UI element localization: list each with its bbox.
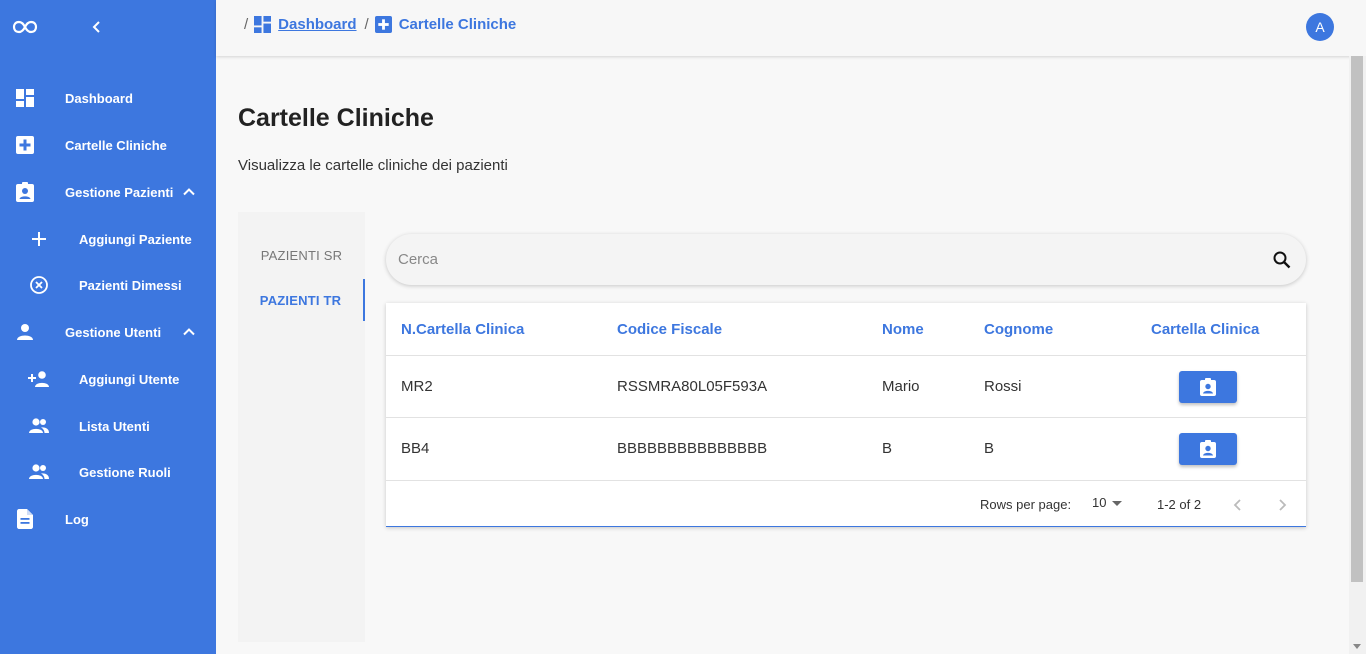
sidebar-item-label: Gestione Pazienti [65,184,174,200]
scroll-down-icon[interactable] [1353,644,1361,649]
caret-down-icon [1112,501,1122,506]
sidebar-item-label: Aggiungi Utente [79,371,180,387]
sidebar-item-label: Gestione Ruoli [79,464,171,480]
sidebar-header [0,0,216,56]
cancel-circle-icon [28,274,50,296]
breadcrumb-item-dashboard[interactable]: Dashboard [254,16,357,33]
breadcrumb-label: Cartelle Cliniche [398,16,517,33]
sidebar-item-pazienti-dimessi[interactable]: Pazienti Dimessi [0,265,216,305]
breadcrumb-label: Dashboard [278,16,357,33]
cell-nome: Mario [882,378,920,395]
tab-pazienti-sr[interactable]: PAZIENTI SR [238,235,365,275]
sidebar-item-dashboard[interactable]: Dashboard [0,78,216,118]
chevron-right-icon[interactable] [1272,495,1292,515]
sidebar-item-label: Aggiungi Paziente [79,231,192,247]
sidebar-item-label: Log [65,511,89,527]
page-title: Cartelle Cliniche [238,104,434,132]
topbar: / Dashboard / Cartelle Cliniche A [216,0,1366,56]
clipboard-account-icon [1200,378,1216,396]
infinity-logo-icon[interactable] [12,18,38,36]
avatar[interactable]: A [1306,13,1334,41]
cell-codice-fiscale: BBBBBBBBBBBBBBB [617,440,768,457]
plus-icon [28,228,50,250]
sidebar-item-cartelle-cliniche[interactable]: Cartelle Cliniche [0,125,216,165]
breadcrumb-item-cartelle-cliniche: Cartelle Cliniche [374,16,517,33]
breadcrumb-separator: / [244,16,249,33]
cell-nome: B [882,440,893,457]
sidebar-item-label: Dashboard [65,90,133,106]
table-footer: Rows per page: 10 1-2 of 2 [386,480,1306,527]
account-icon [14,321,36,343]
column-header[interactable]: Nome [882,321,924,338]
sidebar-item-label: Gestione Utenti [65,324,162,340]
pagination-range: 1-2 of 2 [1157,497,1202,512]
page-scrollbar[interactable] [1349,56,1366,654]
sidebar-item-gestione-ruoli[interactable]: Gestione Ruoli [0,452,216,492]
chevron-left-icon[interactable] [1228,495,1248,515]
table-row: MR2 RSSMRA80L05F593A Mario Rossi [386,355,1306,417]
cell-codice-fiscale: RSSMRA80L05F593A [617,378,768,395]
sidebar: Dashboard Cartelle Cliniche Gestione Paz… [0,0,216,654]
tab-pazienti-tr[interactable]: PAZIENTI TR [238,279,365,321]
chevron-up-icon[interactable] [182,325,196,339]
chevron-left-icon[interactable] [88,17,106,37]
clipboard-account-icon [1200,440,1216,458]
rows-per-page-value: 10 [1092,495,1107,510]
cell-n-cartella: MR2 [401,378,433,395]
sidebar-item-aggiungi-paziente[interactable]: Aggiungi Paziente [0,219,216,259]
tabs-panel: PAZIENTI SR PAZIENTI TR [238,212,365,642]
breadcrumb: / Dashboard / Cartelle Cliniche [244,16,524,33]
account-group-icon [28,461,50,483]
page-subtitle: Visualizza le cartelle cliniche dei pazi… [238,157,508,174]
open-cartella-button[interactable] [1179,371,1237,403]
account-plus-icon [28,368,50,390]
account-group-icon [28,415,50,437]
search-bar [386,234,1306,285]
dashboard-icon [254,16,272,33]
sidebar-item-label: Pazienti Dimessi [79,277,182,293]
search-input[interactable] [398,242,1248,276]
column-header[interactable]: Cartella Clinica [1151,321,1259,338]
clipboard-account-icon [14,181,36,203]
cell-n-cartella: BB4 [401,440,430,457]
medical-plus-icon [374,16,392,33]
cell-cognome: B [984,440,995,457]
sidebar-item-lista-utenti[interactable]: Lista Utenti [0,406,216,446]
table-row: BB4 BBBBBBBBBBBBBBB B B [386,417,1306,479]
file-document-icon [14,508,36,530]
column-header[interactable]: Codice Fiscale [617,321,722,338]
cell-cognome: Rossi [984,378,1022,395]
sidebar-item-label: Cartelle Cliniche [65,137,167,153]
column-header[interactable]: N.Cartella Clinica [401,321,524,338]
open-cartella-button[interactable] [1179,433,1237,465]
rows-per-page-label: Rows per page: [980,497,1072,512]
rows-per-page-select[interactable]: 10 [1092,495,1126,513]
chevron-up-icon[interactable] [182,185,196,199]
patients-table: N.Cartella Clinica Codice Fiscale Nome C… [386,303,1306,527]
sidebar-item-gestione-utenti[interactable]: Gestione Utenti [0,312,216,352]
medical-plus-icon [14,134,36,156]
search-icon[interactable] [1272,250,1292,270]
sidebar-item-aggiungi-utente[interactable]: Aggiungi Utente [0,359,216,399]
scroll-thumb[interactable] [1351,56,1363,582]
sidebar-item-label: Lista Utenti [79,418,150,434]
breadcrumb-separator: / [364,16,369,33]
column-header[interactable]: Cognome [984,321,1053,338]
sidebar-item-log[interactable]: Log [0,499,216,539]
dashboard-icon [14,87,36,109]
sidebar-item-gestione-pazienti[interactable]: Gestione Pazienti [0,172,216,212]
